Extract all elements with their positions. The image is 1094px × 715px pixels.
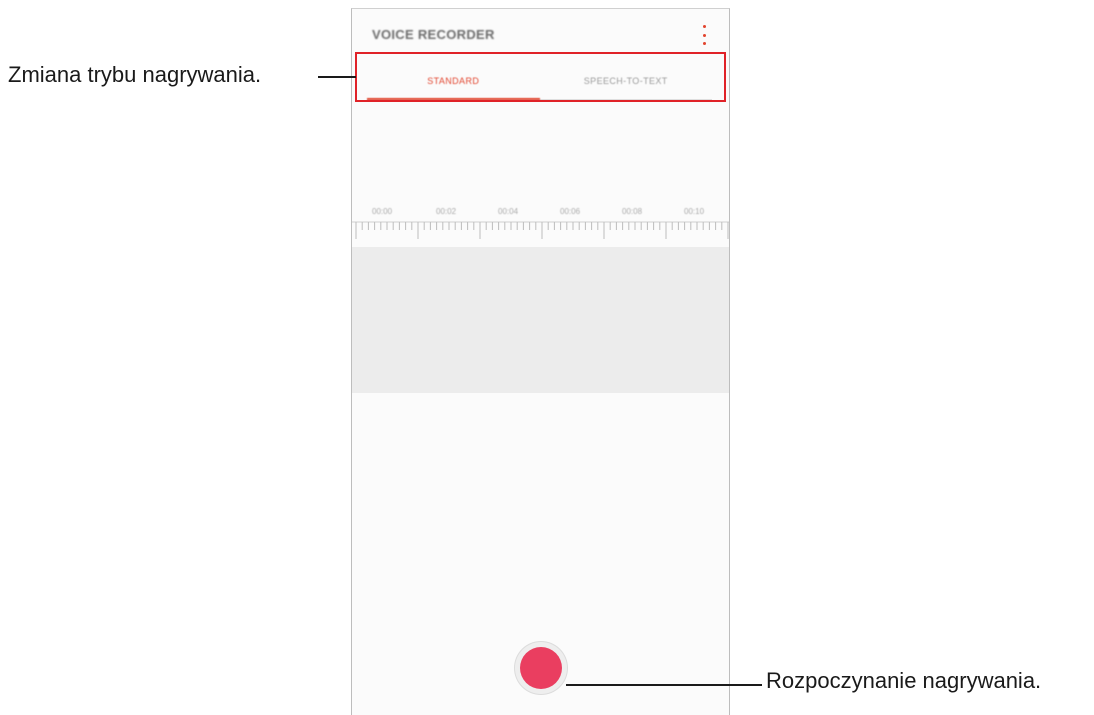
timeline-ruler — [352, 221, 729, 239]
timeline-label: 00:00 — [372, 207, 393, 216]
timeline-label: 00:06 — [560, 207, 581, 216]
callout-record-line — [566, 684, 762, 686]
record-button[interactable] — [515, 642, 567, 694]
timeline-label: 00:08 — [622, 207, 643, 216]
more-options-icon[interactable] — [699, 25, 709, 45]
callout-mode-line — [318, 76, 356, 78]
app-title: VOICE RECORDER — [372, 27, 495, 42]
mode-tabs-highlight — [355, 52, 726, 102]
timeline-labels: 00:00 00:02 00:04 00:06 00:08 00:10 — [352, 207, 729, 221]
phone-screen: VOICE RECORDER STANDARD SPEECH-TO-TEXT 0… — [351, 8, 730, 715]
timeline-label: 00:10 — [684, 207, 705, 216]
page: VOICE RECORDER STANDARD SPEECH-TO-TEXT 0… — [0, 0, 1094, 715]
callout-record-text: Rozpoczynanie nagrywania. — [766, 668, 1042, 693]
timeline-label: 00:02 — [436, 207, 457, 216]
callout-mode-text: Zmiana trybu nagrywania. — [8, 62, 262, 87]
waveform-area — [352, 247, 729, 393]
record-icon — [520, 647, 562, 689]
timeline-label: 00:04 — [498, 207, 519, 216]
